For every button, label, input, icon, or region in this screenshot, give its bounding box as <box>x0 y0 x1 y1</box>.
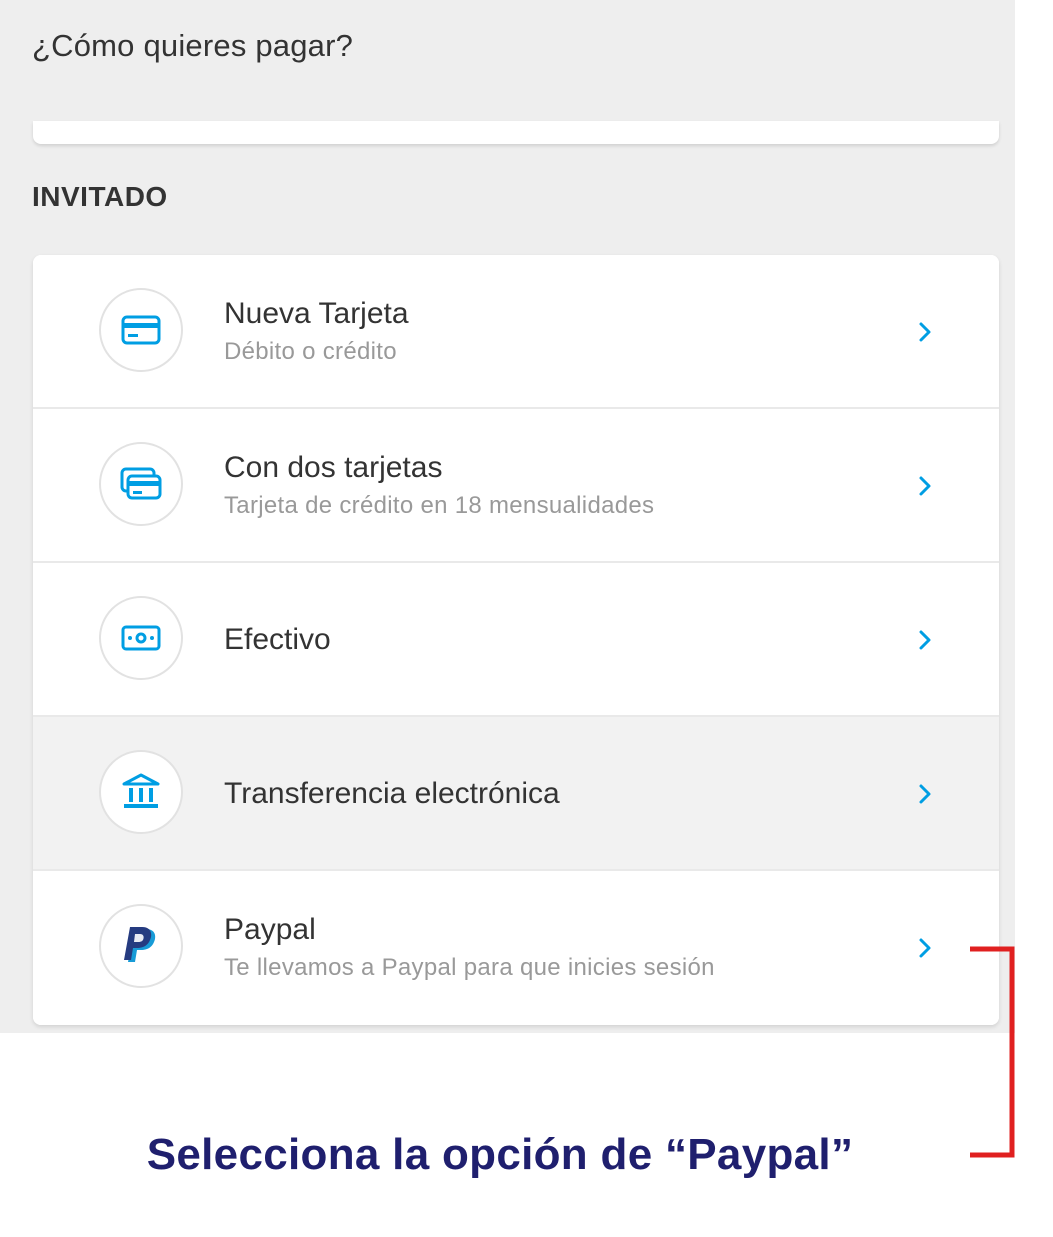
option-title: Con dos tarjetas <box>224 451 443 484</box>
chevron-right-icon <box>913 317 937 347</box>
credit-card-icon <box>99 288 183 372</box>
annotation-bracket <box>970 946 1015 1158</box>
option-con-dos-tarjetas[interactable]: Con dos tarjetas Tarjeta de crédito en 1… <box>33 409 999 563</box>
chevron-right-icon <box>913 625 937 655</box>
option-paypal[interactable]: Paypal Te llevamos a Paypal para que ini… <box>33 871 999 1025</box>
paypal-icon <box>99 904 183 988</box>
option-subtitle: Tarjeta de crédito en 18 mensualidades <box>224 492 655 519</box>
option-title: Paypal <box>224 913 316 946</box>
annotation-caption: Selecciona la opción de “Paypal” <box>146 1130 854 1179</box>
two-cards-icon <box>99 442 183 526</box>
option-subtitle: Débito o crédito <box>224 338 397 365</box>
option-efectivo[interactable]: Efectivo <box>33 563 999 717</box>
option-subtitle: Te llevamos a Paypal para que inicies se… <box>224 954 715 981</box>
option-title: Transferencia electrónica <box>224 777 560 810</box>
option-transferencia[interactable]: Transferencia electrónica <box>33 717 999 871</box>
payment-options-list: Nueva Tarjeta Débito o crédito Con dos t… <box>33 255 999 1025</box>
chevron-right-icon <box>913 779 937 809</box>
page-title: ¿Cómo quieres pagar? <box>32 28 354 63</box>
option-title: Efectivo <box>224 623 331 656</box>
option-title: Nueva Tarjeta <box>224 297 409 330</box>
chevron-right-icon <box>913 933 937 963</box>
payment-panel: ¿Cómo quieres pagar? INVITADO Nueva Tarj… <box>0 0 1015 1033</box>
section-label: INVITADO <box>32 181 168 212</box>
option-nueva-tarjeta[interactable]: Nueva Tarjeta Débito o crédito <box>33 255 999 409</box>
chevron-right-icon <box>913 471 937 501</box>
previous-card-edge <box>33 121 999 144</box>
cash-icon <box>99 596 183 680</box>
bank-icon <box>99 750 183 834</box>
